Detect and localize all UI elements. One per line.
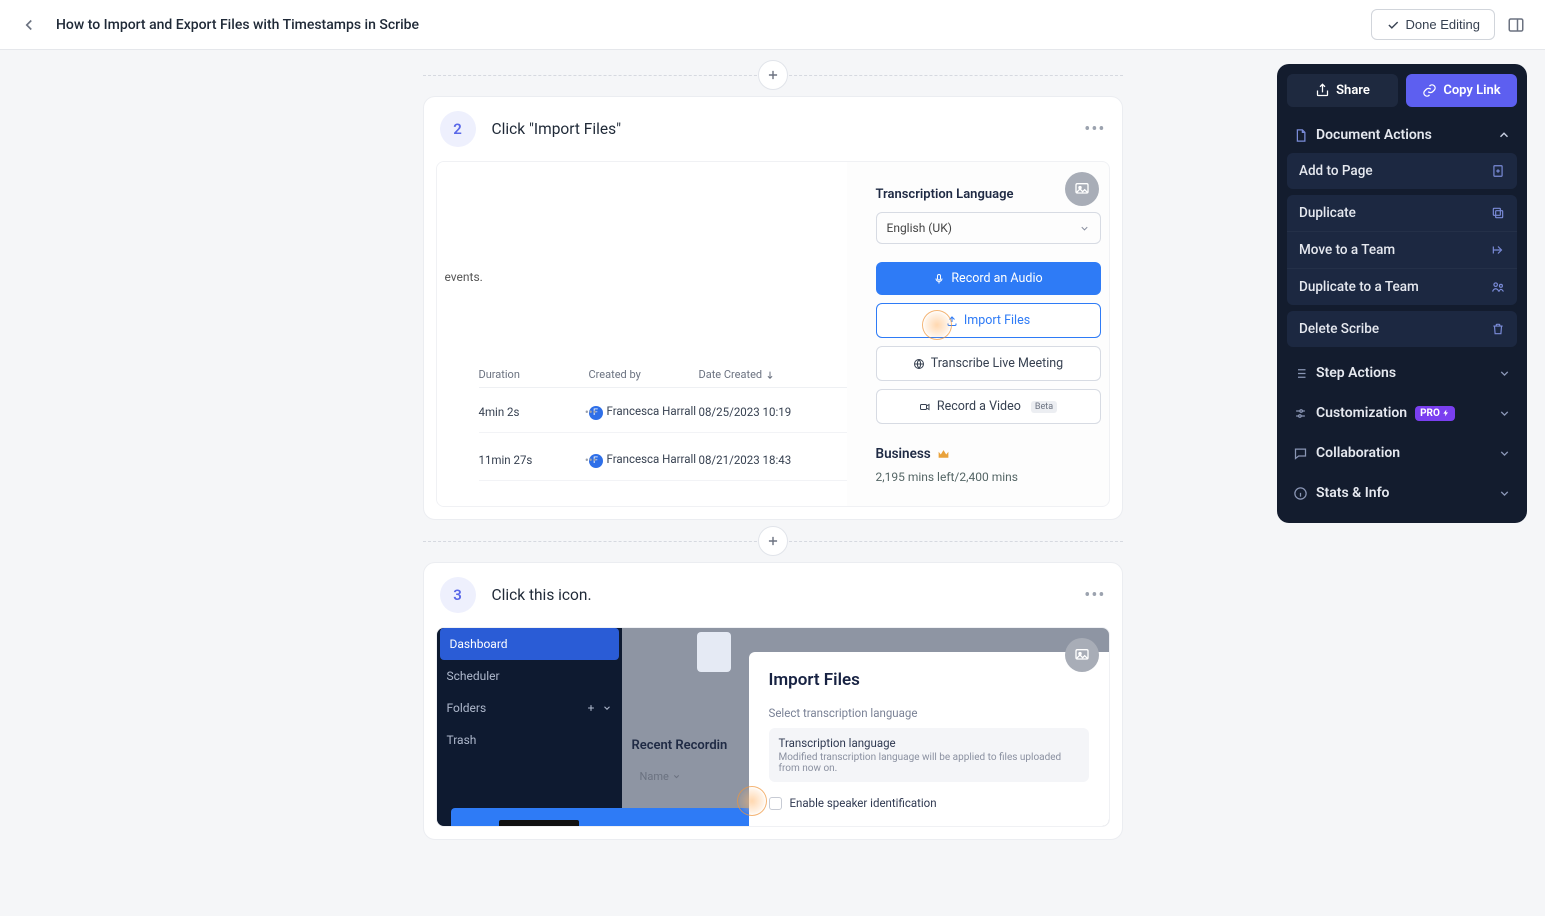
list-icon — [1293, 366, 1308, 381]
move-to-team-item[interactable]: Move to a Team — [1287, 232, 1517, 269]
step-menu-button[interactable]: ••• — [1084, 585, 1105, 606]
panel-toggle-icon[interactable] — [1507, 16, 1525, 34]
chevron-down-icon[interactable] — [602, 703, 612, 713]
nav-scheduler[interactable]: Scheduler — [437, 660, 622, 692]
step-menu-button[interactable]: ••• — [1084, 119, 1105, 140]
name-column[interactable]: Name — [640, 770, 681, 783]
plan-usage: 2,195 mins left/2,400 mins — [876, 470, 1101, 484]
duplicate-icon — [1491, 206, 1505, 220]
col-date-created[interactable]: Date Created — [699, 368, 819, 381]
move-icon — [1491, 243, 1505, 257]
step-card-3: 3 Click this icon. ••• Dashboard Schedul… — [423, 562, 1123, 840]
sliders-icon — [1293, 406, 1308, 421]
edit-image-button[interactable] — [1065, 638, 1099, 672]
record-video-button[interactable]: Record a Video Beta — [876, 389, 1101, 424]
row-menu-icon[interactable]: ••• — [585, 453, 597, 467]
col-duration: Duration — [479, 368, 589, 381]
modal-title: Import Files — [769, 670, 1089, 690]
recent-recordings-heading: Recent Recordin — [632, 738, 728, 753]
chat-icon — [1293, 446, 1308, 461]
step-number-badge: 3 — [440, 577, 476, 613]
chevron-up-icon — [1497, 128, 1511, 142]
document-actions-header[interactable]: Document Actions — [1287, 117, 1517, 153]
page-title: How to Import and Export Files with Time… — [56, 17, 419, 33]
delete-scribe-item[interactable]: Delete Scribe — [1287, 311, 1517, 347]
done-editing-button[interactable]: Done Editing — [1371, 9, 1495, 40]
import-files-modal: Import Files Select transcription langua… — [749, 652, 1109, 827]
chevron-down-icon — [1498, 367, 1511, 380]
add-step-button[interactable] — [758, 526, 788, 556]
nav-dashboard[interactable]: Dashboard — [440, 628, 619, 660]
table-row[interactable]: 4min 2s FFrancesca Harrall 08/25/2023 10… — [479, 392, 847, 433]
document-icon — [1293, 128, 1308, 143]
step-actions-section[interactable]: Step Actions — [1287, 353, 1517, 393]
app-header: How to Import and Export Files with Time… — [0, 0, 1545, 50]
document-placeholder-icon — [697, 632, 731, 672]
pro-badge: PRO — [1415, 406, 1455, 421]
row-menu-icon[interactable]: ••• — [585, 405, 597, 419]
stats-section[interactable]: Stats & Info — [1287, 473, 1517, 513]
team-icon — [1491, 280, 1505, 294]
chevron-down-icon — [1498, 407, 1511, 420]
step-number-badge: 2 — [440, 111, 476, 147]
app-sidebar: Dashboard Scheduler Folders Trash — [437, 628, 622, 826]
table-header: Duration Created by Date Created — [479, 362, 847, 388]
copy-link-button[interactable]: Copy Link — [1406, 74, 1517, 107]
events-text: events. — [445, 270, 483, 284]
screenshot-step-2: events. Duration Created by Date Created… — [436, 161, 1110, 507]
back-button[interactable] — [20, 16, 38, 34]
chevron-down-icon — [1498, 447, 1511, 460]
checkbox-icon[interactable] — [769, 797, 782, 810]
col-created-by: Created by — [589, 368, 699, 381]
plus-icon[interactable] — [586, 703, 596, 713]
done-label: Done Editing — [1406, 17, 1480, 32]
language-select[interactable]: English (UK) — [876, 212, 1101, 244]
nav-folders[interactable]: Folders — [437, 692, 622, 724]
side-panel: Share Copy Link Document Actions Add to … — [1277, 64, 1527, 523]
chevron-down-icon — [1498, 487, 1511, 500]
share-button[interactable]: Share — [1287, 74, 1398, 107]
transcribe-live-button[interactable]: Transcribe Live Meeting — [876, 346, 1101, 381]
info-icon — [1293, 486, 1308, 501]
duplicate-item[interactable]: Duplicate — [1287, 195, 1517, 232]
collaboration-section[interactable]: Collaboration — [1287, 433, 1517, 473]
screenshot-step-3: Dashboard Scheduler Folders Trash Recent… — [436, 627, 1110, 827]
import-files-button[interactable]: Import Files — [876, 303, 1101, 338]
plan-title: Business — [876, 446, 1101, 462]
table-row[interactable]: 11min 27s FFrancesca Harrall 08/21/2023 … — [479, 440, 847, 481]
step-title[interactable]: Click this icon. — [492, 586, 592, 604]
step-title[interactable]: Click "Import Files" — [492, 120, 622, 138]
step-card-2: 2 Click "Import Files" ••• events. Durat… — [423, 96, 1123, 520]
add-step-button[interactable] — [758, 60, 788, 90]
customization-section[interactable]: Customization PRO — [1287, 393, 1517, 433]
record-audio-button[interactable]: Record an Audio — [876, 262, 1101, 295]
beta-badge: Beta — [1031, 401, 1057, 413]
language-box[interactable]: Transcription language Modified transcri… — [769, 728, 1089, 782]
selection-bar — [451, 808, 751, 826]
crown-icon — [937, 448, 950, 461]
page-plus-icon — [1491, 164, 1505, 178]
nav-trash[interactable]: Trash — [437, 724, 622, 756]
modal-subtitle: Select transcription language — [769, 706, 1089, 720]
add-to-page-item[interactable]: Add to Page — [1287, 153, 1517, 189]
duplicate-to-team-item[interactable]: Duplicate to a Team — [1287, 269, 1517, 305]
speaker-id-checkbox-row[interactable]: Enable speaker identification — [769, 796, 1089, 810]
tooltip-bar — [499, 820, 579, 827]
trash-icon — [1491, 322, 1505, 336]
edit-image-button[interactable] — [1065, 172, 1099, 206]
